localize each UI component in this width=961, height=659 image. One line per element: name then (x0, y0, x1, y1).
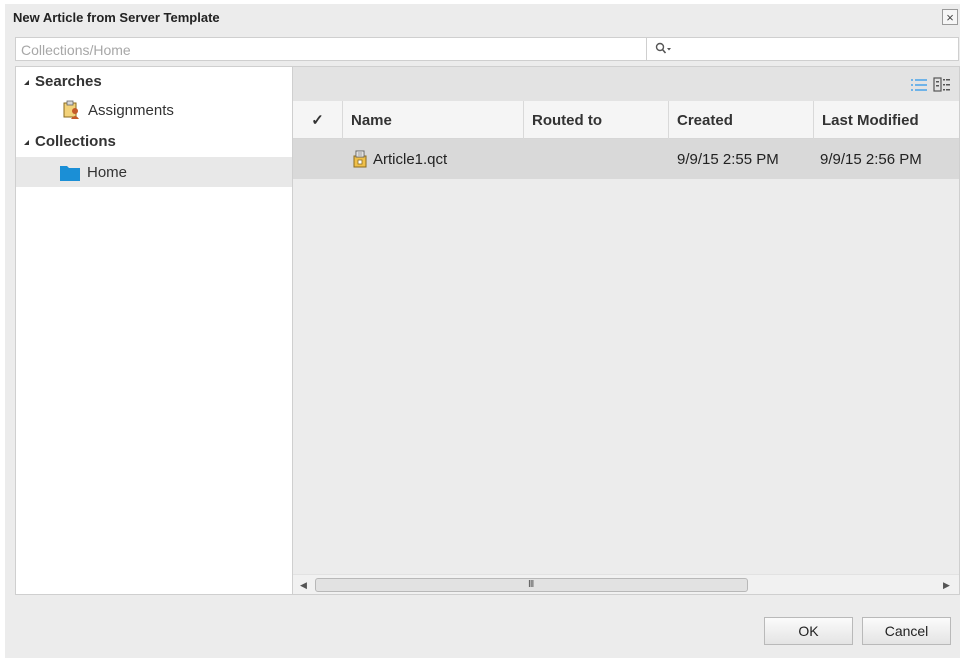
tree-searches[interactable]: Searches (24, 68, 102, 94)
column-name[interactable]: Name (343, 101, 524, 139)
table-row[interactable]: Article1.qct 9/9/15 2:55 PM 9/9/15 2:56 … (293, 139, 959, 179)
path-field[interactable]: Collections/Home (15, 37, 647, 61)
scroll-left-arrow-icon[interactable]: ◀ (300, 580, 307, 591)
column-routed-to[interactable]: Routed to (524, 101, 669, 139)
collections-label: Collections (35, 132, 116, 150)
navigation-tree: Searches Assignments Collections Home (15, 66, 293, 595)
column-check[interactable]: ✓ (293, 101, 343, 139)
dialog-title: New Article from Server Template (13, 10, 220, 25)
view-toolbar (293, 67, 959, 101)
row-name-cell: Article1.qct (351, 139, 447, 179)
assignments-label: Assignments (88, 101, 174, 119)
tree-item-assignments[interactable]: Assignments (62, 97, 174, 123)
tree-collections[interactable]: Collections (24, 128, 116, 154)
qct-file-icon (353, 150, 367, 168)
list-view-icon[interactable] (910, 77, 928, 93)
scrollbar-grip-icon: III (528, 579, 534, 590)
column-created[interactable]: Created (669, 101, 814, 139)
search-icon[interactable] (655, 42, 673, 56)
content-panel: ✓ Name Routed to Created Last Modified A… (293, 66, 960, 595)
horizontal-scrollbar[interactable]: ◀ III ▶ (293, 574, 959, 594)
detail-view-icon[interactable] (933, 77, 951, 93)
assignments-icon (63, 100, 79, 119)
scroll-right-arrow-icon[interactable]: ▶ (943, 580, 950, 591)
expand-triangle-icon[interactable] (24, 80, 29, 85)
folder-icon (60, 166, 80, 181)
path-placeholder: Collections/Home (21, 42, 131, 58)
ok-button[interactable]: OK (764, 617, 853, 645)
title-bar: New Article from Server Template × (5, 4, 960, 30)
column-created-label: Created (677, 111, 733, 129)
cancel-button[interactable]: Cancel (862, 617, 951, 645)
close-icon: × (946, 9, 954, 25)
file-name: Article1.qct (373, 150, 448, 168)
table-header: ✓ Name Routed to Created Last Modified (293, 101, 959, 139)
row-modified-cell: 9/9/15 2:56 PM (820, 139, 922, 179)
close-button[interactable]: × (942, 9, 958, 25)
expand-triangle-icon[interactable] (24, 140, 29, 145)
searches-label: Searches (35, 72, 102, 90)
checkmark-icon: ✓ (311, 112, 324, 129)
created-value: 9/9/15 2:55 PM (677, 150, 779, 168)
home-item-content: Home (60, 159, 127, 185)
column-last-modified-label: Last Modified (822, 111, 919, 129)
last-modified-value: 9/9/15 2:56 PM (820, 150, 922, 168)
row-created-cell: 9/9/15 2:55 PM (677, 139, 779, 179)
column-name-label: Name (351, 111, 392, 129)
column-routed-to-label: Routed to (532, 111, 602, 129)
new-article-dialog: New Article from Server Template × Colle… (5, 4, 960, 658)
home-label: Home (87, 163, 128, 181)
column-last-modified[interactable]: Last Modified (814, 101, 959, 139)
tree-item-home[interactable]: Home (16, 157, 292, 187)
scrollbar-thumb[interactable]: III (315, 578, 748, 592)
search-input[interactable] (646, 37, 959, 61)
